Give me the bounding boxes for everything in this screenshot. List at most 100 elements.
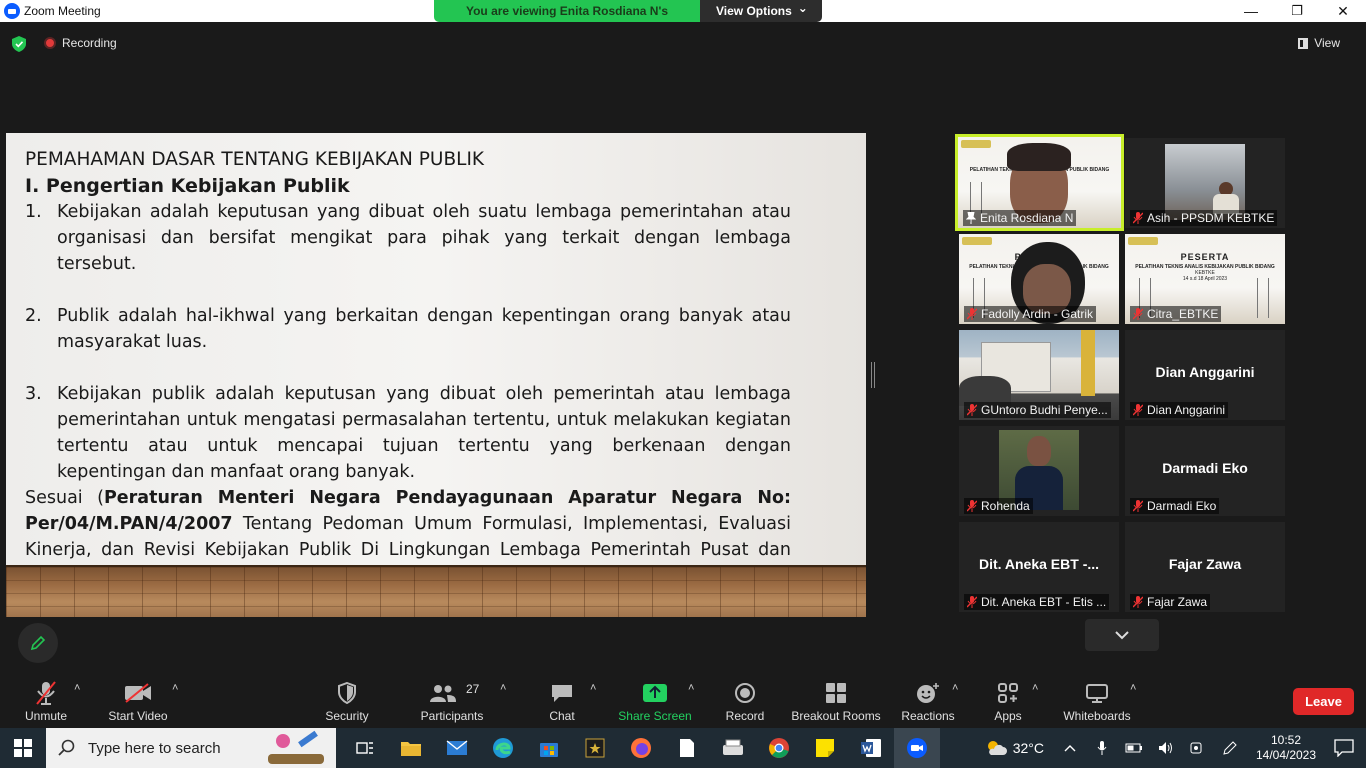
participant-tile[interactable]: Darmadi Eko Darmadi Eko [1125,426,1285,516]
whiteboards-options-caret[interactable]: ˄ [1130,682,1136,694]
reactions-options-caret[interactable]: ˄ [952,682,958,694]
taskbar-search-box[interactable]: Type here to search [46,728,336,768]
mail-button[interactable] [434,728,480,768]
pin-icon [966,212,976,224]
meeting-top-strip: Recording View [0,22,1366,66]
encryption-shield-icon[interactable] [12,36,26,52]
security-button[interactable]: Security [322,672,372,728]
volume-tray-button[interactable] [1150,728,1182,768]
clock-time: 10:52 [1270,733,1302,747]
microphone-tray-button[interactable] [1086,728,1118,768]
share-screen-icon [643,684,667,702]
zoom-taskbar-button[interactable] [894,728,940,768]
participant-name-label: Darmadi Eko [1130,498,1220,514]
gallery-next-page-button[interactable] [1085,619,1159,651]
participant-tile[interactable]: Asih - PPSDM KEBTKE [1125,138,1285,228]
notification-icon [1334,739,1354,757]
breakout-rooms-button[interactable]: Breakout Rooms [791,672,881,728]
search-highlight-illustration-icon [266,730,328,764]
mic-muted-icon [967,308,977,320]
participants-options-caret[interactable]: ˄ [500,682,506,694]
minimize-button[interactable]: — [1228,0,1274,22]
unmute-button[interactable]: Unmute [20,672,72,728]
participant-name-label: Fajar Zawa [1130,594,1211,610]
slide-list-item: 1. Kebijakan adalah keputusan yang dibua… [25,199,791,277]
participant-tile[interactable]: GUntoro Budhi Penye... [959,330,1119,420]
scanner-app-button[interactable] [710,728,756,768]
chat-button[interactable]: Chat [542,672,582,728]
chat-options-caret[interactable]: ˄ [590,682,596,694]
firefox-button[interactable] [618,728,664,768]
battery-tray-button[interactable] [1118,728,1150,768]
participants-button[interactable]: 27 Participants [418,672,486,728]
microphone-icon [1097,741,1107,755]
participant-display-name: Dian Anggarini [1155,364,1255,380]
store-button[interactable] [526,728,572,768]
breakout-rooms-icon [826,683,846,703]
pen-icon [1223,741,1237,755]
participant-tile[interactable]: Fajar Zawa Fajar Zawa [1125,522,1285,612]
app-pinned-button[interactable] [572,728,618,768]
video-options-caret[interactable]: ˄ [172,682,178,694]
recording-indicator[interactable]: Recording [44,36,117,50]
show-hidden-icons-button[interactable] [1054,728,1086,768]
windows-taskbar: Type here to search 32°C 10:52 14/04/202… [0,728,1366,768]
participant-tile[interactable]: PESERTA PELATIHAN TEKNIS ANALIS KEBIJAKA… [1125,234,1285,324]
slide-heading: I. Pengertian Kebijakan Publik [25,175,350,197]
meet-now-tray-button[interactable] [1182,728,1214,768]
close-button[interactable]: ✕ [1320,0,1366,22]
edge-browser-icon [493,738,513,758]
mic-muted-icon [1133,500,1143,512]
participant-tile[interactable]: PESERTA PELATIHAN TEKNIS ANALIS KEBIJAKA… [955,134,1124,231]
word-button[interactable] [848,728,894,768]
pen-tray-button[interactable] [1214,728,1246,768]
zoom-app-icon [907,738,927,758]
mic-muted-icon [1133,308,1143,320]
notifications-button[interactable] [1322,739,1366,757]
system-tray: 32°C 10:52 14/04/2023 [985,728,1366,768]
sticky-notes-button[interactable] [802,728,848,768]
annotate-pencil-button[interactable] [18,623,58,663]
document-button[interactable] [664,728,710,768]
taskbar-clock[interactable]: 10:52 14/04/2023 [1250,733,1322,763]
share-options-caret[interactable]: ˄ [688,682,694,694]
participant-tile[interactable]: Rohenda [959,426,1119,516]
word-icon [861,739,881,757]
participant-tile[interactable]: Dian Anggarini Dian Anggarini [1125,330,1285,420]
file-explorer-button[interactable] [388,728,434,768]
mic-muted-icon [967,500,977,512]
apps-options-caret[interactable]: ˄ [1032,682,1038,694]
leave-button[interactable]: Leave [1293,688,1354,715]
reactions-smiley-icon [917,683,939,703]
reactions-button[interactable]: Reactions [900,672,956,728]
apps-button[interactable]: Apps [988,672,1028,728]
participant-display-name: Dit. Aneka EBT -... [978,556,1100,572]
start-video-button[interactable]: Start Video [106,672,170,728]
weather-widget[interactable]: 32°C [985,739,1044,757]
record-button[interactable]: Record [722,672,768,728]
participant-name-label: Fadolly Ardin - Gatrik [964,306,1097,322]
panel-splitter-handle[interactable] [871,362,875,388]
meeting-toolbar: Unmute ˄ Start Video ˄ Security 27 Parti… [0,672,1366,728]
start-button[interactable] [0,728,46,768]
viewing-text: You are viewing Enita Rosdiana N's scree… [434,0,700,22]
audio-options-caret[interactable]: ˄ [74,682,80,694]
store-bag-icon [540,743,558,757]
chrome-button[interactable] [756,728,802,768]
view-button[interactable]: View [1298,36,1340,50]
view-options-button[interactable]: View Options ⌄ [700,0,822,22]
maximize-button[interactable]: ❐ [1274,0,1320,22]
participant-tile[interactable]: Dit. Aneka EBT -... Dit. Aneka EBT - Eti… [959,522,1119,612]
chevron-down-icon [1115,631,1129,640]
view-layout-icon [1298,37,1309,49]
task-view-button[interactable] [342,728,388,768]
shared-screen[interactable]: PEMAHAMAN DASAR TENTANG KEBIJAKAN PUBLIK… [6,133,866,617]
windows-logo-icon [14,739,32,757]
participant-tile[interactable]: PESERTA PELATIHAN TEKNIS ANALIS KEBIJAKA… [959,234,1119,324]
edge-button[interactable] [480,728,526,768]
share-screen-button[interactable]: Share Screen [618,672,692,728]
participant-name-label: Dian Anggarini [1130,402,1229,418]
chevron-up-icon [1064,745,1076,752]
whiteboards-button[interactable]: Whiteboards [1060,672,1134,728]
item-number: 3. [25,384,42,404]
